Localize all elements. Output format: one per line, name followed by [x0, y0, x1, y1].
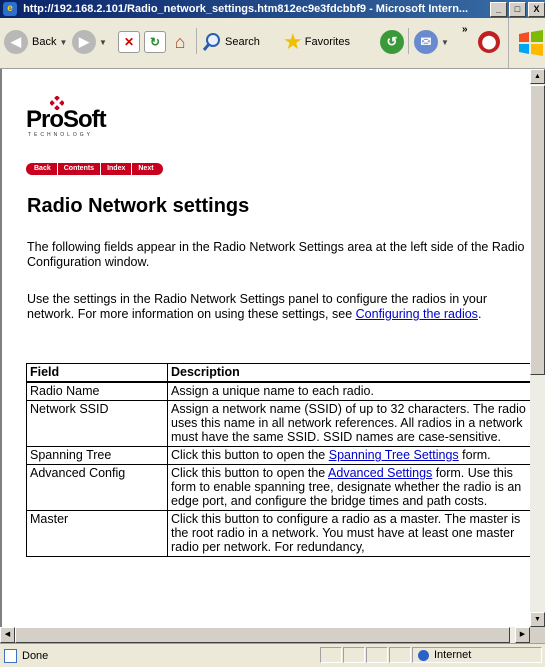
- description-cell: Click this button to open the Spanning T…: [167, 446, 530, 465]
- field-cell: Radio Name: [26, 381, 168, 401]
- description-cell: Assign a network name (SSID) of up to 32…: [167, 400, 530, 447]
- zone-text: Internet: [434, 649, 472, 661]
- toolbar-chevron[interactable]: »: [462, 24, 468, 35]
- home-button[interactable]: ⌂: [170, 26, 190, 58]
- description-cell: Click this button to configure a radio a…: [167, 510, 530, 557]
- forward-arrow-icon: ▶: [72, 30, 96, 54]
- pdf-button[interactable]: ⬤: [478, 26, 500, 58]
- close-button[interactable]: X: [528, 2, 545, 17]
- help-nav-bar: Back Contents Index Next: [26, 163, 164, 175]
- mail-button[interactable]: ✉ ▼: [414, 26, 449, 58]
- table-row: Master Click this button to configure a …: [26, 510, 530, 557]
- field-cell: Advanced Config: [26, 464, 168, 511]
- table-header-row: Field Description: [26, 363, 530, 383]
- internet-explorer-icon: e: [3, 2, 17, 16]
- status-text: Done: [22, 650, 49, 662]
- vertical-scrollbar[interactable]: ▲ ▼: [530, 69, 545, 627]
- back-button[interactable]: ◀ Back ▼: [4, 26, 67, 58]
- usage-text-end: .: [477, 307, 482, 321]
- description-text: Click this button to open the: [171, 448, 329, 462]
- scroll-down-arrow-icon[interactable]: ▼: [530, 612, 545, 627]
- description-cell: Assign a unique name to each radio.: [167, 381, 530, 401]
- mail-dropdown-icon[interactable]: ▼: [441, 38, 449, 47]
- maximize-button[interactable]: □: [509, 2, 526, 17]
- stop-button[interactable]: ✕: [118, 26, 140, 58]
- window-title: http://192.168.2.101/Radio_network_setti…: [23, 3, 469, 15]
- security-zone: Internet: [418, 647, 471, 663]
- home-icon: ⌂: [174, 32, 186, 52]
- back-label: Back: [32, 36, 57, 48]
- scrollbar-corner: [530, 627, 545, 643]
- history-button[interactable]: ↺: [380, 26, 404, 58]
- horizontal-scrollbar[interactable]: ◀ ▶: [0, 627, 530, 643]
- table-row: Spanning Tree Click this button to open …: [26, 446, 530, 465]
- back-arrow-icon: ◀: [4, 30, 28, 54]
- advanced-settings-link[interactable]: Advanced Settings: [328, 466, 432, 480]
- favorites-button[interactable]: ★ Favorites: [283, 26, 350, 58]
- description-text-end: form.: [458, 448, 491, 462]
- field-column-header: Field: [26, 363, 168, 383]
- status-bar: Done Internet: [0, 643, 545, 667]
- favorites-star-icon: ★: [283, 29, 303, 54]
- mail-icon: ✉: [414, 30, 438, 54]
- page-content: ProSoft TECHNOLOGY Back Contents Index N…: [0, 69, 530, 627]
- forward-dropdown-icon[interactable]: ▼: [99, 38, 107, 47]
- fields-table: Field Description Radio Name Assign a un…: [26, 363, 530, 557]
- horizontal-scroll-thumb[interactable]: [15, 627, 510, 643]
- configuring-radios-link[interactable]: Configuring the radios: [356, 307, 478, 321]
- logo-subtitle: TECHNOLOGY: [28, 132, 94, 138]
- page-done-icon: [4, 649, 17, 663]
- logo-wordmark: ProSoft: [26, 106, 107, 133]
- title-bar: e http://192.168.2.101/Radio_network_set…: [0, 0, 545, 18]
- toolbar-separator: [408, 28, 409, 54]
- nav-next-link[interactable]: Next: [132, 163, 163, 175]
- field-cell: Master: [26, 510, 168, 557]
- description-cell: Click this button to open the Advanced S…: [167, 464, 530, 511]
- favorites-label: Favorites: [304, 36, 350, 48]
- back-dropdown-icon[interactable]: ▼: [59, 38, 67, 47]
- vertical-scroll-thumb[interactable]: [530, 85, 545, 375]
- scroll-right-arrow-icon[interactable]: ▶: [515, 627, 530, 643]
- nav-index-link[interactable]: Index: [101, 163, 132, 175]
- page-title: Radio Network settings: [27, 195, 250, 217]
- internet-globe-icon: [418, 649, 429, 661]
- scroll-up-arrow-icon[interactable]: ▲: [530, 69, 545, 84]
- field-cell: Spanning Tree: [26, 446, 168, 465]
- usage-paragraph: Use the settings in the Radio Network Se…: [27, 292, 530, 322]
- status-cell: [366, 647, 388, 663]
- status-cell: [343, 647, 365, 663]
- refresh-button[interactable]: ↻: [144, 26, 166, 58]
- forward-button[interactable]: ▶ ▼: [72, 26, 107, 58]
- nav-back-link[interactable]: Back: [26, 163, 57, 175]
- table-row: Radio Name Assign a unique name to each …: [26, 381, 530, 401]
- spanning-tree-settings-link[interactable]: Spanning Tree Settings: [329, 448, 459, 462]
- table-row: Advanced Config Click this button to ope…: [26, 464, 530, 511]
- search-button[interactable]: Search: [202, 26, 260, 58]
- status-cell: [320, 647, 342, 663]
- refresh-icon: ↻: [144, 31, 166, 53]
- table-row: Network SSID Assign a network name (SSID…: [26, 400, 530, 447]
- toolbar-separator: [508, 18, 509, 68]
- field-cell: Network SSID: [26, 400, 168, 447]
- description-text: Click this button to open the: [171, 466, 329, 480]
- history-icon: ↺: [380, 30, 404, 54]
- stop-icon: ✕: [118, 31, 140, 53]
- prosoft-logo: ProSoft TECHNOLOGY: [26, 96, 107, 142]
- description-column-header: Description: [167, 363, 530, 383]
- browser-toolbar: ◀ Back ▼ ▶ ▼ ✕ ↻ ⌂ Search ★ Favorites ↺ …: [0, 18, 545, 69]
- windows-logo-icon: [519, 30, 543, 56]
- toolbar-separator: [196, 28, 197, 54]
- nav-contents-link[interactable]: Contents: [57, 163, 101, 175]
- pdf-icon: ⬤: [478, 31, 500, 53]
- status-cell: [389, 647, 411, 663]
- search-label: Search: [225, 36, 260, 48]
- intro-paragraph: The following fields appear in the Radio…: [27, 240, 525, 269]
- minimize-button[interactable]: _: [490, 2, 507, 17]
- status-left: Done: [4, 649, 48, 663]
- search-icon: [202, 33, 220, 51]
- scroll-left-arrow-icon[interactable]: ◀: [0, 627, 15, 643]
- window-controls: _ □ X: [488, 2, 545, 17]
